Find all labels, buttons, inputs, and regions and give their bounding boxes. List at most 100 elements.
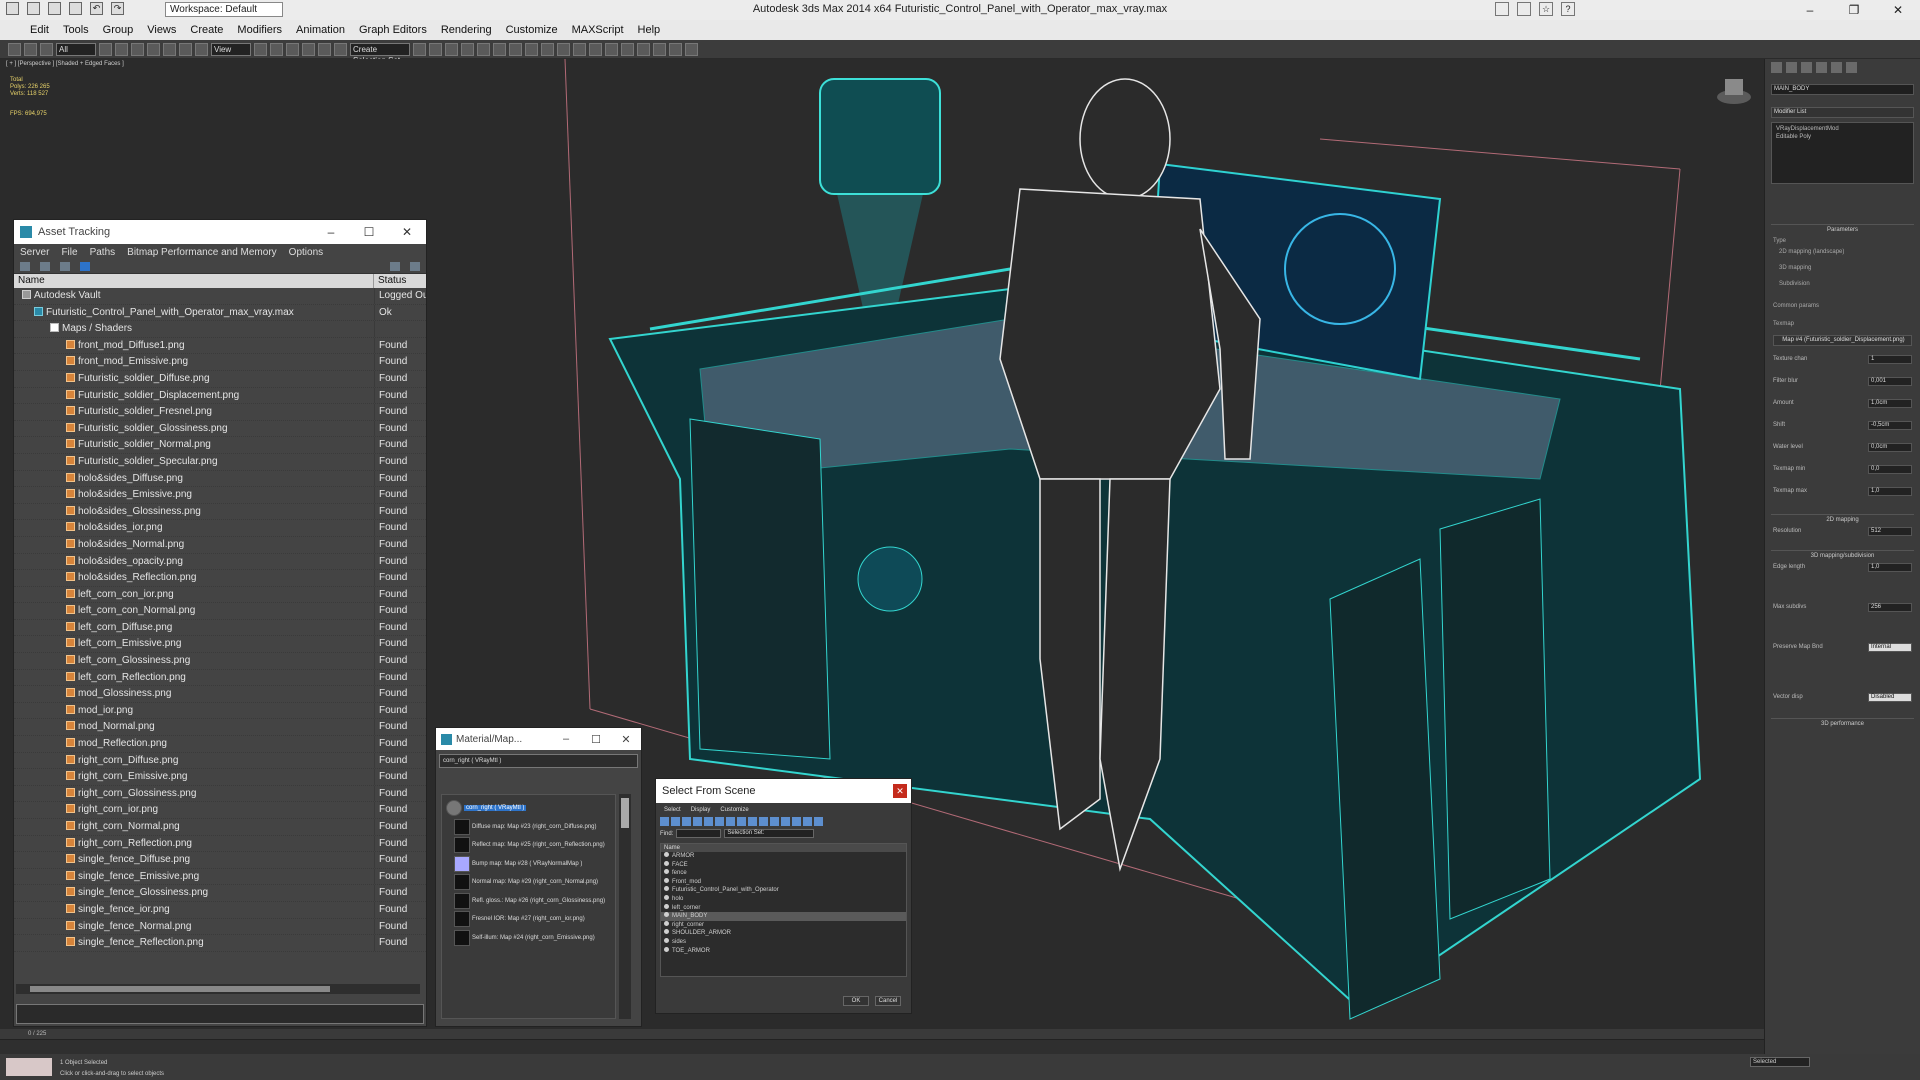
viewport-label[interactable]: [ + ] [Perspective ] [Shaded + Edged Fac… bbox=[6, 61, 124, 67]
maximize-icon[interactable]: ❐ bbox=[1832, 0, 1876, 20]
modifier-list-dropdown[interactable]: Modifier List bbox=[1771, 107, 1914, 118]
asset-row[interactable]: single_fence_Emissive.png Found bbox=[14, 868, 426, 886]
asset-row[interactable]: right_corn_Normal.png Found bbox=[14, 819, 426, 836]
scene-object-item[interactable]: MAIN_BODY bbox=[661, 912, 906, 921]
close-icon[interactable]: ✕ bbox=[893, 784, 907, 798]
asset-row[interactable]: right_corn_Emissive.png Found bbox=[14, 769, 426, 786]
selection-set-dropdown[interactable]: Selection Set: bbox=[724, 829, 815, 838]
asset-path-field[interactable] bbox=[16, 1004, 424, 1024]
ref-coord-dropdown[interactable]: View bbox=[211, 42, 251, 56]
menu-graph-editors[interactable]: Graph Editors bbox=[359, 24, 427, 36]
asset-row[interactable]: left_corn_con_ior.png Found bbox=[14, 586, 426, 604]
bind-space-warp-icon[interactable] bbox=[40, 42, 53, 56]
material-browser-titlebar[interactable]: Material/Map... – ☐ ✕ bbox=[436, 728, 641, 750]
scene-object-item[interactable]: sides bbox=[661, 937, 906, 947]
vray-plane-icon[interactable] bbox=[669, 42, 682, 56]
vector-disp-dropdown[interactable]: Disabled bbox=[1868, 692, 1912, 702]
status-filter-icon[interactable] bbox=[390, 262, 400, 271]
display-shapes-icon[interactable] bbox=[671, 817, 680, 826]
list-view-icon[interactable] bbox=[60, 262, 70, 271]
type-radio-3d[interactable]: 3D mapping bbox=[1779, 265, 1912, 271]
asset-row[interactable]: left_corn_Emissive.png Found bbox=[14, 636, 426, 654]
asset-row[interactable]: left_corn_con_Normal.png Found bbox=[14, 603, 426, 620]
render-setup-icon[interactable] bbox=[525, 42, 538, 56]
menu-customize[interactable]: Customize bbox=[506, 24, 558, 36]
snap-icon[interactable] bbox=[286, 42, 299, 56]
find-input[interactable] bbox=[676, 829, 722, 838]
select-invert-icon[interactable] bbox=[814, 817, 823, 826]
link-icon[interactable] bbox=[8, 42, 21, 56]
scene-object-item[interactable]: holo bbox=[661, 894, 906, 904]
type-radio-subdivision[interactable]: Subdivision bbox=[1779, 281, 1912, 287]
selection-filter-dropdown[interactable]: All bbox=[56, 42, 96, 56]
asset-row[interactable]: single_fence_Reflection.png Found bbox=[14, 935, 426, 952]
scene-object-item[interactable]: right_corner bbox=[661, 920, 906, 930]
map-node[interactable]: Diffuse map: Map #23 (right_corn_Diffuse… bbox=[444, 818, 613, 837]
asset-row[interactable]: right_corn_ior.png Found bbox=[14, 802, 426, 819]
map-node[interactable]: Reflect map: Map #25 (right_corn_Reflect… bbox=[444, 836, 613, 855]
scene-menu-customize[interactable]: Customize bbox=[720, 807, 748, 813]
status-column-header[interactable]: Status bbox=[374, 274, 426, 288]
select-object-icon[interactable] bbox=[99, 42, 112, 56]
utilities-tab-icon[interactable] bbox=[1846, 62, 1857, 73]
param-spinner[interactable]: -0,5cm bbox=[1868, 420, 1912, 430]
display-helpers-icon[interactable] bbox=[704, 817, 713, 826]
motion-tab-icon[interactable] bbox=[1816, 62, 1827, 73]
2d-mapping-rollout[interactable]: 2D mapping bbox=[1771, 514, 1914, 523]
menu-views[interactable]: Views bbox=[147, 24, 176, 36]
menu-group[interactable]: Group bbox=[103, 24, 134, 36]
asset-row[interactable]: holo&sides_Glossiness.png Found bbox=[14, 503, 426, 521]
asset-row[interactable]: left_corn_Reflection.png Found bbox=[14, 669, 426, 687]
vault-icon[interactable] bbox=[20, 262, 30, 271]
map-node[interactable]: Normal map: Map #29 (right_corn_Normal.p… bbox=[444, 873, 613, 892]
layer-manager-icon[interactable] bbox=[445, 42, 458, 56]
name-column-header[interactable]: Name bbox=[661, 844, 906, 852]
asset-row[interactable]: Futuristic_soldier_Specular.png Found bbox=[14, 453, 426, 471]
material-root-node[interactable]: corn_right ( VRayMtl ) bbox=[444, 799, 613, 818]
asset-menu-options[interactable]: Options bbox=[289, 247, 323, 258]
scene-object-item[interactable]: SHOULDER_ARMOR bbox=[661, 929, 906, 938]
asset-row[interactable]: Futuristic_soldier_Normal.png Found bbox=[14, 437, 426, 454]
vray-light-icon[interactable] bbox=[589, 42, 602, 56]
asset-row[interactable]: right_corn_Reflection.png Found bbox=[14, 835, 426, 853]
named-selection-dropdown[interactable]: Create Selection Set bbox=[350, 42, 410, 65]
help-icon[interactable]: ? bbox=[1561, 2, 1575, 16]
material-name-field[interactable]: corn_right ( VRayMtl ) bbox=[439, 754, 638, 768]
mirror-icon[interactable] bbox=[413, 42, 426, 56]
param-spinner[interactable]: 1,0 bbox=[1868, 486, 1912, 496]
asset-row[interactable]: mod_Reflection.png Found bbox=[14, 736, 426, 753]
display-invert-icon[interactable] bbox=[781, 817, 790, 826]
asset-row[interactable]: single_fence_Glossiness.png Found bbox=[14, 885, 426, 902]
asset-row[interactable]: Futuristic_soldier_Diffuse.png Found bbox=[14, 370, 426, 388]
display-xrefs-icon[interactable] bbox=[737, 817, 746, 826]
display-lights-icon[interactable] bbox=[682, 817, 691, 826]
select-manipulate-icon[interactable] bbox=[270, 42, 283, 56]
scene-menu-display[interactable]: Display bbox=[691, 807, 711, 813]
stack-item[interactable]: Editable Poly bbox=[1776, 133, 1909, 141]
param-spinner[interactable]: 0,0cm bbox=[1868, 442, 1912, 452]
unlink-icon[interactable] bbox=[24, 42, 37, 56]
vertical-scrollbar[interactable] bbox=[619, 794, 631, 1019]
scene-object-item[interactable]: TOE_ARMOR bbox=[661, 946, 906, 956]
minimize-icon[interactable]: – bbox=[551, 733, 581, 746]
angle-snap-icon[interactable] bbox=[302, 42, 315, 56]
modify-tab-icon[interactable] bbox=[1786, 62, 1797, 73]
menu-edit[interactable]: Edit bbox=[30, 24, 49, 36]
select-from-scene-titlebar[interactable]: Select From Scene ✕ bbox=[656, 779, 911, 803]
scrollbar-thumb[interactable] bbox=[30, 986, 330, 992]
asset-menu-file[interactable]: File bbox=[61, 247, 77, 258]
display-bones-icon[interactable] bbox=[748, 817, 757, 826]
menu-create[interactable]: Create bbox=[190, 24, 223, 36]
max-subdivs-spinner[interactable]: 256 bbox=[1868, 602, 1912, 612]
scrollbar-thumb[interactable] bbox=[621, 798, 629, 828]
rendered-frame-icon[interactable] bbox=[541, 42, 554, 56]
scene-object-item[interactable]: Futuristic_Control_Panel_with_Operator bbox=[661, 886, 906, 895]
align-icon[interactable] bbox=[429, 42, 442, 56]
move-icon[interactable] bbox=[163, 42, 176, 56]
scene-object-item[interactable]: Front_mod bbox=[661, 877, 906, 887]
param-spinner[interactable]: 1,0cm bbox=[1868, 398, 1912, 408]
maximize-icon[interactable]: ☐ bbox=[350, 225, 388, 239]
asset-row[interactable]: single_fence_ior.png Found bbox=[14, 901, 426, 919]
asset-row[interactable]: right_corn_Diffuse.png Found bbox=[14, 752, 426, 770]
asset-row[interactable]: holo&sides_Normal.png Found bbox=[14, 536, 426, 554]
